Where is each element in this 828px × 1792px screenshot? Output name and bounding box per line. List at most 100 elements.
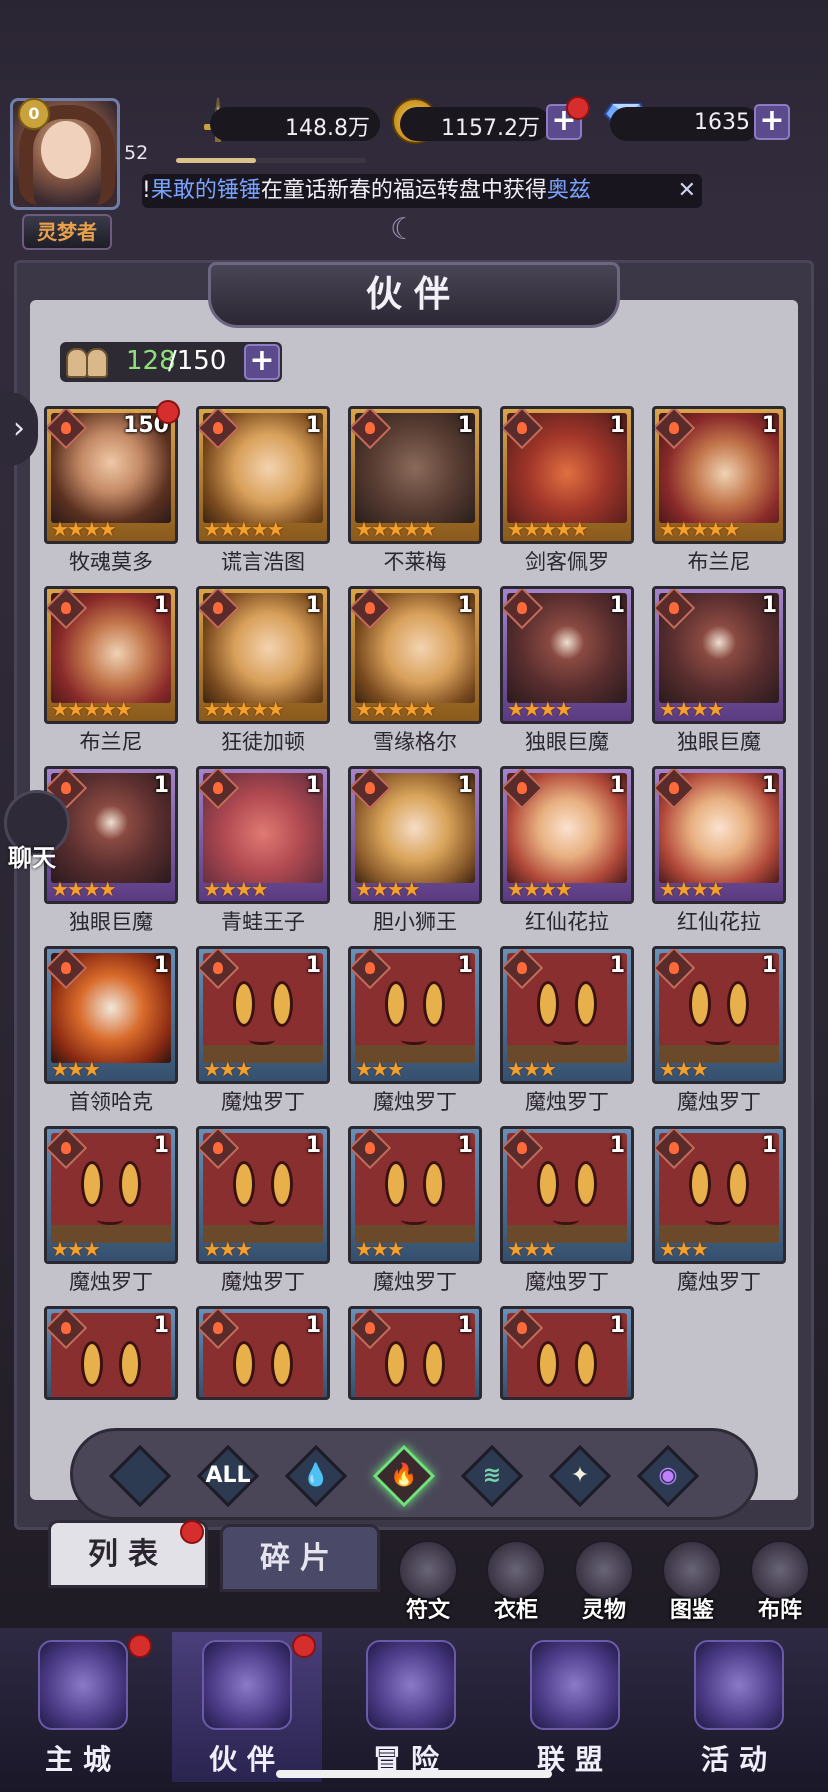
hero-count: 1 (457, 773, 473, 798)
hero-count: 1 (305, 593, 321, 618)
power-value: 148.8万 (285, 116, 370, 141)
hero-card[interactable]: 1 ★★★ (500, 946, 634, 1084)
portrait-detail (537, 1161, 559, 1207)
hero-name: 不莱梅 (383, 550, 447, 574)
hero-stars: ★★★★ (51, 877, 117, 901)
hero-card[interactable]: 1 (196, 1306, 330, 1400)
hero-count: 1 (761, 1133, 777, 1158)
hero-card[interactable]: 1 ★★★★★ (196, 586, 330, 724)
hero-count: 1 (153, 1133, 169, 1158)
portrait-detail (705, 1035, 731, 1045)
hero-name: 魔烛罗丁 (677, 1090, 761, 1114)
hero-card[interactable]: 1 ★★★ (652, 1126, 786, 1264)
portrait-detail (233, 1161, 255, 1207)
hero-card[interactable]: 1 ★★★ (348, 1126, 482, 1264)
hero-stars: ★★★★ (355, 877, 421, 901)
hero-card[interactable]: 1 ★★★★ (500, 766, 634, 904)
portrait-detail (271, 981, 293, 1027)
portrait-detail (727, 981, 749, 1027)
hero-count: 1 (761, 773, 777, 798)
xp-bar-fill (176, 158, 256, 163)
bottom-nav: 主城 伙伴 冒险 联盟 活动 (0, 1628, 828, 1792)
hero-stars: ★★★ (51, 1237, 101, 1261)
quick-action-label: 衣柜 (493, 1598, 538, 1623)
hero-stars: ★★★★ (659, 697, 725, 721)
hero-name: 胆小狮王 (373, 910, 457, 934)
player-level: 52 (124, 142, 149, 164)
hero-name: 狂徒加顿 (221, 730, 305, 754)
hero-card[interactable]: 1 ★★★ (500, 1126, 634, 1264)
ticker-close-icon[interactable]: ✕ (678, 174, 696, 208)
hero-name: 谎言浩图 (221, 550, 305, 574)
quick-action-button[interactable]: 图鉴 (656, 1540, 728, 1623)
hero-count: 1 (457, 413, 473, 438)
hero-card[interactable]: 1 ★★★ (44, 1126, 178, 1264)
hero-count: 1 (305, 413, 321, 438)
hero-stars: ★★★★ (659, 877, 725, 901)
hero-card[interactable]: 1 ★★★ (44, 946, 178, 1084)
hero-card[interactable]: 1 (44, 1306, 178, 1400)
portrait-detail (385, 1341, 407, 1387)
hero-card[interactable]: 1 ★★★ (652, 946, 786, 1084)
add-gems-button[interactable]: + (754, 104, 790, 140)
hero-card[interactable]: 1 ★★★★ (652, 586, 786, 724)
filter-water-icon[interactable]: 💧 (284, 1444, 348, 1508)
tab-fragments[interactable]: 碎片 (220, 1524, 380, 1592)
hero-card[interactable]: 1 ★★★ (196, 1126, 330, 1264)
capacity-max: /150 (168, 346, 227, 376)
hero-card[interactable]: 1 ★★★★ (348, 766, 482, 904)
portrait-detail (249, 1215, 275, 1225)
filter-symbol: ✦ (570, 1463, 590, 1488)
portrait-detail (689, 1161, 711, 1207)
nav-icon (38, 1640, 128, 1730)
hero-card[interactable]: 1 ★★★★ (196, 766, 330, 904)
portrait-detail (97, 1395, 123, 1397)
portrait-detail (689, 981, 711, 1027)
hero-card[interactable]: 1 ★★★★★ (348, 406, 482, 544)
hero-card[interactable]: 1 ★★★★★ (44, 586, 178, 724)
filter-light-icon[interactable]: ✦ (548, 1444, 612, 1508)
nav-item[interactable]: 活动 (664, 1632, 814, 1782)
quick-action-icon (662, 1540, 722, 1600)
nav-item[interactable]: 联盟 (500, 1632, 650, 1782)
hero-name: 牧魂莫多 (69, 550, 153, 574)
hero-card[interactable]: 1 ★★★★★ (652, 406, 786, 544)
hero-card[interactable]: 1 ★★★★★ (348, 586, 482, 724)
quick-action-button[interactable]: 灵物 (568, 1540, 640, 1623)
hero-card[interactable]: 1 (500, 1306, 634, 1400)
hero-name: 魔烛罗丁 (221, 1270, 305, 1294)
hero-card[interactable]: 1 ★★★ (348, 946, 482, 1084)
quick-action-button[interactable]: 布阵 (744, 1540, 816, 1623)
quick-action-icon (574, 1540, 634, 1600)
page-title-plate: 伙伴 (208, 262, 620, 328)
quick-action-icon (750, 1540, 810, 1600)
portrait-detail (81, 1341, 103, 1387)
hero-card[interactable]: 1 ★★★★★ (196, 406, 330, 544)
filter-fire-icon[interactable]: 🔥 (372, 1444, 436, 1508)
hero-card[interactable]: 1 ★★★★ (652, 766, 786, 904)
portrait-detail (575, 1341, 597, 1387)
hero-name: 魔烛罗丁 (221, 1090, 305, 1114)
hero-name: 魔烛罗丁 (69, 1270, 153, 1294)
filter-wind-icon[interactable]: ≋ (460, 1444, 524, 1508)
hero-card[interactable]: 1 ★★★ (196, 946, 330, 1084)
expand-capacity-button[interactable]: + (244, 344, 280, 380)
hero-stars: ★★★★★ (355, 517, 437, 541)
quick-action-button[interactable]: 衣柜 (480, 1540, 552, 1623)
hero-name: 红仙花拉 (525, 910, 609, 934)
filter-dark-icon[interactable]: ◉ (636, 1444, 700, 1508)
quick-action-button[interactable]: 符文 (392, 1540, 464, 1623)
hero-count: 1 (609, 593, 625, 618)
hero-card[interactable]: 1 (348, 1306, 482, 1400)
hero-card[interactable]: 1 ★★★★★ (500, 406, 634, 544)
portrait-detail (81, 1161, 103, 1207)
hero-notification-dot (156, 400, 180, 424)
filter-all-icon[interactable]: ALL (196, 1444, 260, 1508)
hero-card[interactable]: 1 ★★★★ (500, 586, 634, 724)
chat-label[interactable]: 聊天 (8, 838, 56, 873)
hero-count: 1 (609, 1133, 625, 1158)
hero-count: 1 (457, 1133, 473, 1158)
nav-item[interactable]: 冒险 (336, 1632, 486, 1782)
filter-earth-icon[interactable] (108, 1444, 172, 1508)
hero-card[interactable]: 150 ★★★★ (44, 406, 178, 544)
